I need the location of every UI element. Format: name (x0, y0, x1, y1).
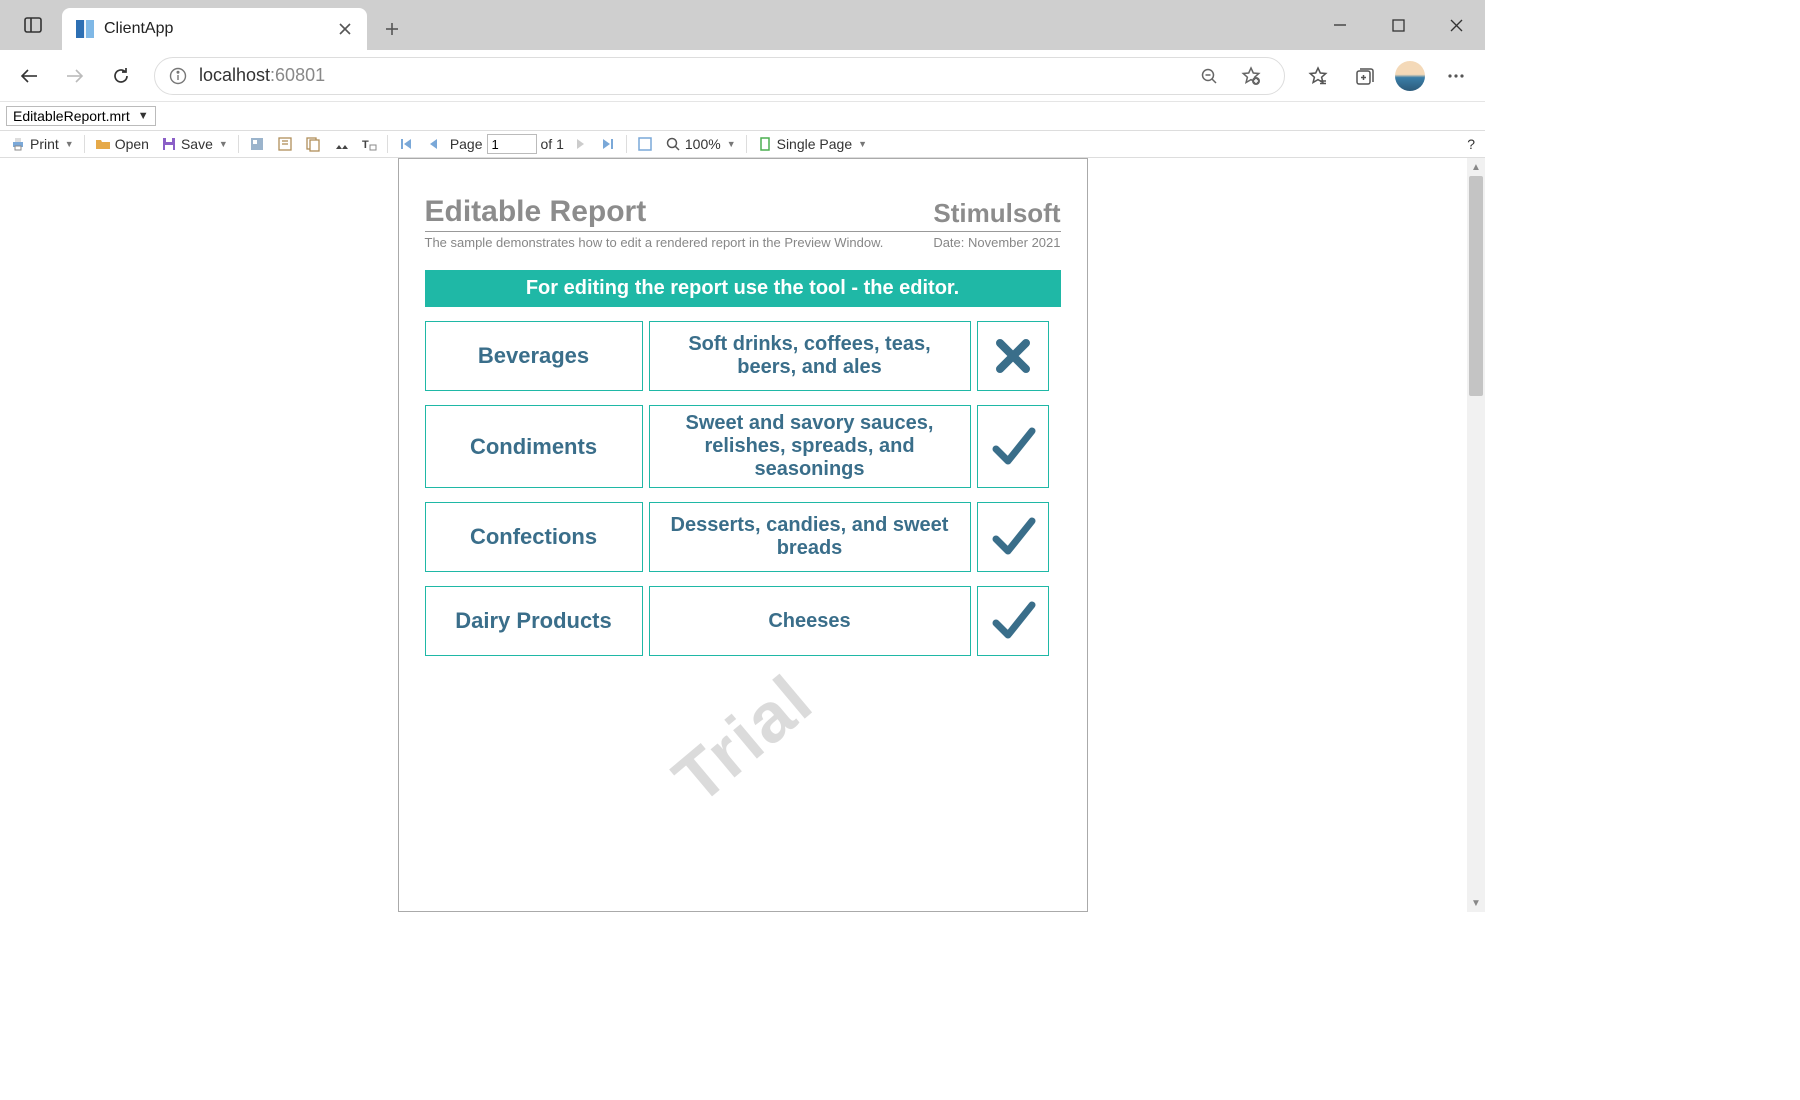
parameters-tool-icon[interactable] (273, 133, 297, 155)
row-desc-cell[interactable]: Soft drinks, coffees, teas, beers, and a… (649, 321, 971, 391)
report-file-name: EditableReport.mrt (13, 108, 130, 124)
profile-avatar[interactable] (1389, 55, 1431, 97)
printer-icon (10, 136, 26, 152)
new-tab-button[interactable] (373, 10, 411, 48)
tab-actions-button[interactable] (0, 0, 65, 50)
svg-text:T: T (362, 139, 369, 151)
row-name-cell[interactable]: Confections (425, 502, 643, 572)
add-favorite-icon[interactable] (1232, 57, 1270, 95)
find-tool-icon[interactable] (329, 133, 353, 155)
magnifier-icon (665, 136, 681, 152)
watermark-text: Trial (658, 659, 827, 819)
row-desc-cell[interactable]: Cheeses (649, 586, 971, 656)
collections-icon[interactable] (1343, 55, 1385, 97)
scroll-thumb[interactable] (1469, 176, 1483, 396)
save-button[interactable]: Save▼ (157, 133, 232, 155)
row-name-cell[interactable]: Condiments (425, 405, 643, 488)
page-number-input[interactable] (487, 134, 537, 154)
nav-refresh-button[interactable] (100, 55, 142, 97)
row-desc-cell[interactable]: Desserts, candies, and sweet breads (649, 502, 971, 572)
bookmarks-tool-icon[interactable] (245, 133, 269, 155)
site-info-icon[interactable] (169, 67, 187, 85)
row-desc-cell[interactable]: Sweet and savory sauces, relishes, sprea… (649, 405, 971, 488)
report-file-select[interactable]: EditableReport.mrt ▼ (6, 106, 156, 126)
page-label: Page (450, 136, 483, 152)
save-icon (161, 136, 177, 152)
next-page-button[interactable] (568, 133, 592, 155)
address-bar[interactable]: localhost:60801 (154, 57, 1285, 95)
fullscreen-button[interactable] (633, 133, 657, 155)
report-page: Editable Report Stimulsoft The sample de… (398, 158, 1088, 912)
report-subtitle: The sample demonstrates how to edit a re… (425, 235, 884, 250)
scroll-up-icon[interactable]: ▲ (1467, 158, 1485, 176)
first-page-button[interactable] (394, 133, 418, 155)
row-check-cell[interactable] (977, 405, 1049, 488)
report-preview-area: Editable Report Stimulsoft The sample de… (0, 158, 1485, 912)
url-text: localhost:60801 (199, 65, 325, 86)
print-button[interactable]: Print▼ (6, 133, 78, 155)
help-button[interactable]: ? (1463, 133, 1479, 155)
close-tab-button[interactable] (337, 21, 353, 37)
data-row: Dairy ProductsCheeses (425, 586, 1061, 656)
row-check-cell[interactable] (977, 502, 1049, 572)
last-page-button[interactable] (596, 133, 620, 155)
window-close-button[interactable] (1427, 0, 1485, 50)
resources-tool-icon[interactable] (301, 133, 325, 155)
app-favicon (76, 20, 94, 38)
page-icon (757, 136, 773, 152)
data-row: ConfectionsDesserts, candies, and sweet … (425, 502, 1061, 572)
browser-tab[interactable]: ClientApp (62, 8, 367, 50)
window-maximize-button[interactable] (1369, 0, 1427, 50)
page-of-label: of 1 (541, 136, 564, 152)
folder-icon (95, 136, 111, 152)
report-title: Editable Report (425, 195, 647, 229)
zoom-indicator-icon[interactable] (1190, 57, 1228, 95)
row-name-cell[interactable]: Beverages (425, 321, 643, 391)
nav-back-button[interactable] (8, 55, 50, 97)
prev-page-button[interactable] (422, 133, 446, 155)
window-minimize-button[interactable] (1311, 0, 1369, 50)
favorites-icon[interactable] (1297, 55, 1339, 97)
data-row: CondimentsSweet and savory sauces, relis… (425, 405, 1061, 488)
row-check-cell[interactable] (977, 321, 1049, 391)
row-name-cell[interactable]: Dairy Products (425, 586, 643, 656)
open-button[interactable]: Open (91, 133, 153, 155)
editor-tool-icon[interactable]: T (357, 133, 381, 155)
nav-forward-button[interactable] (54, 55, 96, 97)
row-check-cell[interactable] (977, 586, 1049, 656)
report-banner: For editing the report use the tool - th… (425, 270, 1061, 307)
chevron-down-icon: ▼ (138, 110, 149, 122)
tab-title: ClientApp (104, 20, 327, 38)
report-date: Date: November 2021 (933, 235, 1060, 250)
data-row: BeveragesSoft drinks, coffees, teas, bee… (425, 321, 1061, 391)
report-brand: Stimulsoft (933, 198, 1060, 229)
menu-button[interactable] (1435, 55, 1477, 97)
zoom-button[interactable]: 100%▼ (661, 133, 740, 155)
view-mode-button[interactable]: Single Page▼ (753, 133, 871, 155)
scroll-down-icon[interactable]: ▼ (1467, 894, 1485, 912)
vertical-scrollbar[interactable]: ▲ ▼ (1467, 158, 1485, 912)
